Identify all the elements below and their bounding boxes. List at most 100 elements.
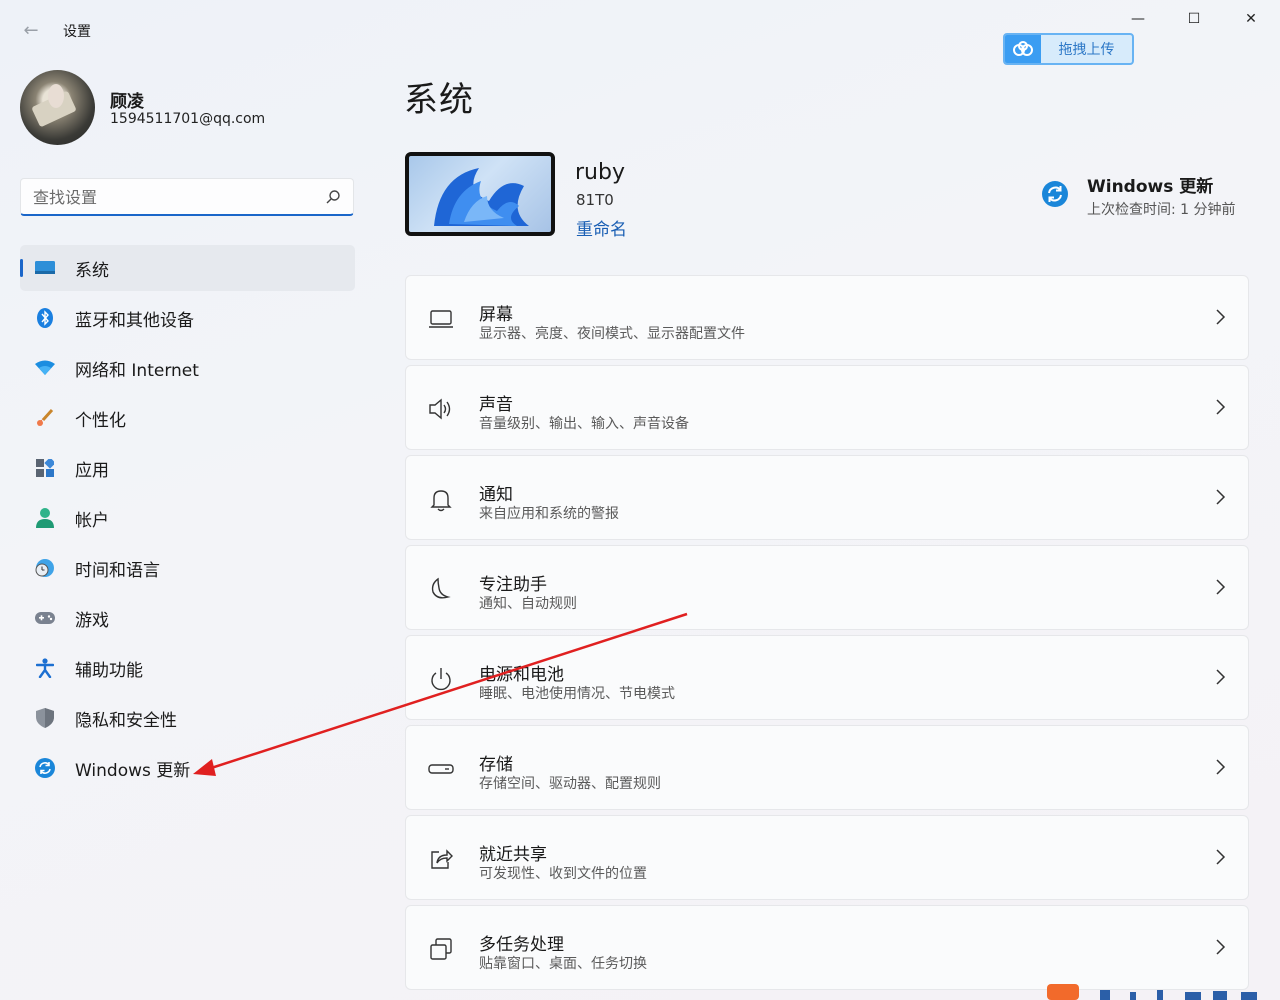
rename-link[interactable]: 重命名	[576, 215, 627, 240]
moon-icon	[431, 577, 451, 599]
card-subtitle: 可发现性、收到文件的位置	[479, 866, 647, 882]
sidebar-item-label: 游戏	[75, 610, 109, 631]
chevron-right-icon	[1216, 939, 1226, 955]
card-title: 就近共享	[479, 845, 547, 865]
bluetooth-icon	[35, 308, 55, 328]
sidebar-item-network[interactable]: 网络和 Internet	[20, 345, 355, 391]
accessibility-icon	[35, 658, 55, 678]
page-title: 系统	[404, 80, 474, 120]
sidebar-item-label: 蓝牙和其他设备	[75, 310, 194, 331]
close-button[interactable]: ✕	[1228, 8, 1274, 32]
system-tray	[1047, 984, 1257, 1000]
user-name: 顾凌	[110, 92, 144, 112]
app-title: 设置	[63, 24, 91, 40]
shield-icon	[35, 708, 55, 728]
card-subtitle: 睡眠、电池使用情况、节电模式	[479, 686, 675, 702]
gamepad-icon	[35, 608, 55, 628]
sidebar-item-label: Windows 更新	[75, 760, 191, 781]
upload-label: 拖拽上传	[1058, 42, 1115, 58]
windows-update-last-checked: 上次检查时间: 1 分钟前	[1087, 202, 1236, 218]
people-icon	[1241, 992, 1257, 1000]
account-icon	[35, 508, 55, 528]
microphone-icon	[1157, 990, 1163, 1000]
sidebar-item-windows-update[interactable]: Windows 更新	[20, 745, 355, 791]
card-title: 专注助手	[479, 575, 547, 595]
card-title: 声音	[479, 395, 513, 415]
bell-icon	[430, 490, 452, 512]
card-subtitle: 音量级别、输出、输入、声音设备	[479, 416, 689, 432]
sidebar-item-bluetooth[interactable]: 蓝牙和其他设备	[20, 295, 355, 341]
search-input[interactable]	[33, 186, 313, 208]
card-subtitle: 显示器、亮度、夜间模式、显示器配置文件	[479, 326, 745, 342]
settings-card-display[interactable]: 屏幕 显示器、亮度、夜间模式、显示器配置文件	[405, 275, 1249, 360]
card-subtitle: 通知、自动规则	[479, 596, 577, 612]
chevron-right-icon	[1216, 489, 1226, 505]
device-thumbnail	[405, 152, 555, 236]
sidebar-item-time-language[interactable]: 时间和语言	[20, 545, 355, 591]
chevron-right-icon	[1216, 579, 1226, 595]
keyboard-icon	[1185, 992, 1201, 1000]
settings-card-focus-assist[interactable]: 专注助手 通知、自动规则	[405, 545, 1249, 630]
chevron-right-icon	[1216, 669, 1226, 685]
settings-card-power[interactable]: 电源和电池 睡眠、电池使用情况、节电模式	[405, 635, 1249, 720]
sidebar-item-personalization[interactable]: 个性化	[20, 395, 355, 441]
sidebar-item-accessibility[interactable]: 辅助功能	[20, 645, 355, 691]
sidebar-nav: 系统 蓝牙和其他设备 网络和 Internet 个性化 应用 帐户 时间和语言 …	[20, 245, 355, 795]
sidebar-item-label: 辅助功能	[75, 660, 143, 681]
windows-update-title[interactable]: Windows 更新	[1087, 172, 1213, 197]
sidebar-item-privacy[interactable]: 隐私和安全性	[20, 695, 355, 741]
input-mode-icon	[1100, 990, 1110, 1000]
sidebar-item-system[interactable]: 系统	[20, 245, 355, 291]
chevron-right-icon	[1216, 309, 1226, 325]
settings-card-storage[interactable]: 存储 存储空间、驱动器、配置规则	[405, 725, 1249, 810]
user-email: 1594511701@qq.com	[110, 111, 266, 127]
search-icon[interactable]	[325, 189, 341, 205]
brush-icon	[35, 408, 55, 428]
sidebar-item-label: 系统	[75, 260, 109, 281]
avatar[interactable]	[20, 70, 95, 145]
card-subtitle: 来自应用和系统的警报	[479, 506, 619, 522]
update-icon	[35, 758, 55, 778]
sidebar-item-label: 个性化	[75, 410, 126, 431]
upload-badge[interactable]: 拖拽上传	[1003, 33, 1134, 65]
sidebar-item-label: 帐户	[75, 510, 109, 531]
card-title: 存储	[479, 755, 513, 775]
monitor-icon	[429, 310, 453, 328]
sidebar-item-label: 隐私和安全性	[75, 710, 177, 731]
sidebar-item-label: 应用	[75, 460, 109, 481]
sidebar-item-apps[interactable]: 应用	[20, 445, 355, 491]
punctuation-icon	[1130, 992, 1136, 1000]
card-title: 屏幕	[479, 305, 513, 325]
settings-list: 屏幕 显示器、亮度、夜间模式、显示器配置文件 声音 音量级别、输出、输入、声音设…	[405, 275, 1249, 995]
device-model: 81T0	[576, 191, 614, 209]
sidebar-item-label: 时间和语言	[75, 560, 160, 581]
settings-card-nearby-sharing[interactable]: 就近共享 可发现性、收到文件的位置	[405, 815, 1249, 900]
back-button[interactable]: ←	[20, 20, 42, 42]
settings-card-notifications[interactable]: 通知 来自应用和系统的警报	[405, 455, 1249, 540]
card-subtitle: 贴靠窗口、桌面、任务切换	[479, 956, 647, 972]
chevron-right-icon	[1216, 399, 1226, 415]
settings-card-multitasking[interactable]: 多任务处理 贴靠窗口、桌面、任务切换	[405, 905, 1249, 990]
card-title: 多任务处理	[479, 935, 564, 955]
card-subtitle: 存储空间、驱动器、配置规则	[479, 776, 661, 792]
power-icon	[431, 668, 451, 691]
maximize-button[interactable]: ☐	[1171, 8, 1217, 32]
sidebar-item-gaming[interactable]: 游戏	[20, 595, 355, 641]
chevron-right-icon	[1216, 849, 1226, 865]
speaker-icon	[429, 398, 451, 420]
sidebar-item-accounts[interactable]: 帐户	[20, 495, 355, 541]
minimize-button[interactable]: —	[1115, 8, 1161, 32]
chevron-right-icon	[1216, 759, 1226, 775]
sogou-input-icon	[1047, 984, 1079, 1000]
wifi-icon	[35, 358, 55, 378]
calendar-icon	[1213, 991, 1227, 1000]
share-icon	[431, 849, 453, 869]
multitask-icon	[430, 938, 452, 960]
globe-clock-icon	[35, 558, 55, 578]
storage-icon	[428, 764, 454, 774]
windows-update-icon[interactable]	[1042, 181, 1068, 207]
search-box[interactable]	[20, 178, 354, 216]
sidebar-item-label: 网络和 Internet	[75, 360, 199, 381]
card-title: 通知	[479, 485, 513, 505]
settings-card-sound[interactable]: 声音 音量级别、输出、输入、声音设备	[405, 365, 1249, 450]
